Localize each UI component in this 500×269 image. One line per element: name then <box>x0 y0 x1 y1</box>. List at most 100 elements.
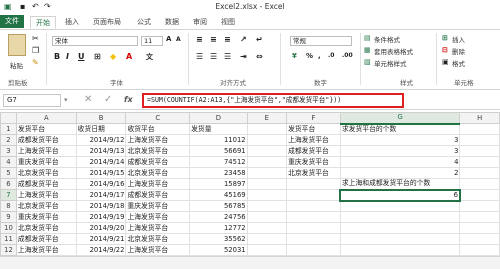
cell[interactable] <box>246 222 288 234</box>
column-header[interactable]: D <box>189 112 248 124</box>
cell[interactable]: 2014/9/15 <box>75 167 127 179</box>
cell[interactable]: 52031 <box>189 244 248 256</box>
delete-cells-icon[interactable]: ⊟ <box>442 46 448 54</box>
merge-center-icon[interactable]: ⇔ <box>256 52 263 61</box>
insert-function-icon[interactable]: fx <box>124 95 133 104</box>
conditional-format-icon[interactable]: ▤ <box>364 34 371 42</box>
indent-icon[interactable]: ⇥ <box>240 52 247 61</box>
cell[interactable] <box>246 200 288 212</box>
row-header[interactable]: 4 <box>0 156 17 168</box>
copy-icon[interactable]: ❐ <box>32 46 39 55</box>
cell[interactable]: 上海发货平台 <box>125 211 191 223</box>
cell[interactable] <box>459 211 500 223</box>
cell[interactable]: 2014/9/13 <box>75 145 127 157</box>
cell[interactable]: 发货平台 <box>286 123 341 135</box>
select-all-corner[interactable] <box>0 112 17 124</box>
cell[interactable] <box>286 178 341 190</box>
cell[interactable]: 求发货平台的个数 <box>339 123 461 135</box>
cell[interactable]: 北京发货平台 <box>125 145 191 157</box>
table-format-icon[interactable]: ▦ <box>364 46 371 54</box>
cell[interactable] <box>459 200 500 212</box>
cell[interactable]: 3 <box>339 134 461 146</box>
cell[interactable]: 上海发货平台 <box>15 244 77 256</box>
column-header[interactable]: F <box>286 112 341 124</box>
paste-button[interactable]: 粘贴 <box>10 60 23 70</box>
cell[interactable]: 上海发货平台 <box>15 189 77 201</box>
cell[interactable]: 北京发货平台 <box>286 167 341 179</box>
cell[interactable]: 2014/9/19 <box>75 211 127 223</box>
cell[interactable] <box>459 123 500 135</box>
cell[interactable]: 56785 <box>189 200 248 212</box>
cell[interactable] <box>246 145 288 157</box>
cell[interactable]: 4 <box>339 156 461 168</box>
cell[interactable]: 2014/9/12 <box>75 134 127 146</box>
orientation-icon[interactable]: ↗ <box>240 35 247 44</box>
cell[interactable]: 56691 <box>189 145 248 157</box>
cell[interactable] <box>286 189 341 201</box>
row-header[interactable]: 1 <box>0 123 17 135</box>
tab-insert[interactable]: 插入 <box>62 16 82 29</box>
cell[interactable] <box>339 233 461 245</box>
tab-data[interactable]: 数据 <box>162 16 182 29</box>
cell[interactable]: 上海发货平台 <box>125 222 191 234</box>
italic-icon[interactable]: I <box>66 52 69 61</box>
decrease-decimal-icon[interactable]: .00 <box>342 52 353 59</box>
cell[interactable] <box>286 233 341 245</box>
row-header[interactable]: 11 <box>0 233 17 245</box>
fill-color-icon[interactable]: ◆ <box>110 52 116 61</box>
cell[interactable]: 求上海和成都发货平台的个数 <box>339 178 461 190</box>
cell[interactable] <box>459 189 500 201</box>
cell-style-icon[interactable]: ▧ <box>364 58 371 66</box>
enter-icon[interactable]: ✓ <box>104 94 112 105</box>
table-format-button[interactable]: 套用表格格式 <box>374 46 413 56</box>
cell[interactable] <box>459 222 500 234</box>
cell[interactable]: 23458 <box>189 167 248 179</box>
cell[interactable]: 成都发货平台 <box>286 145 341 157</box>
delete-cells-button[interactable]: 删除 <box>452 46 465 56</box>
cell[interactable]: 3 <box>339 145 461 157</box>
cell[interactable] <box>246 244 288 256</box>
tab-review[interactable]: 审阅 <box>190 16 210 29</box>
decrease-font-icon[interactable]: A <box>176 36 181 43</box>
cell[interactable]: 重庆发货平台 <box>15 211 77 223</box>
align-left-icon[interactable]: ☰ <box>196 52 203 61</box>
increase-decimal-icon[interactable]: .0 <box>328 52 334 59</box>
cell[interactable]: 北京发货平台 <box>125 233 191 245</box>
format-painter-icon[interactable]: ✎ <box>32 58 39 67</box>
format-cells-icon[interactable]: ▣ <box>442 58 449 66</box>
cell[interactable] <box>246 167 288 179</box>
cell[interactable] <box>286 222 341 234</box>
cell[interactable] <box>459 244 500 256</box>
align-right-icon[interactable]: ☰ <box>224 52 231 61</box>
row-header[interactable]: 8 <box>0 200 17 212</box>
cell-style-button[interactable]: 单元格样式 <box>374 58 407 68</box>
row-header[interactable]: 7 <box>0 189 17 201</box>
insert-cells-icon[interactable]: ⊞ <box>442 34 448 42</box>
cell[interactable]: 2014/9/20 <box>75 222 127 234</box>
cell[interactable]: 2014/9/17 <box>75 189 127 201</box>
row-header[interactable]: 10 <box>0 222 17 234</box>
row-header[interactable]: 6 <box>0 178 17 190</box>
tab-page-layout[interactable]: 页面布局 <box>88 16 126 29</box>
cell[interactable] <box>246 233 288 245</box>
cell[interactable]: 74512 <box>189 156 248 168</box>
row-header[interactable]: 2 <box>0 134 17 146</box>
cell[interactable] <box>459 167 500 179</box>
row-header[interactable]: 9 <box>0 211 17 223</box>
number-format-select[interactable]: 常规 <box>290 36 352 46</box>
cell[interactable]: 发货平台 <box>15 123 77 135</box>
cell[interactable] <box>459 156 500 168</box>
underline-icon[interactable]: U <box>78 52 85 61</box>
cell[interactable]: 上海发货平台 <box>286 134 341 146</box>
cell[interactable]: 12772 <box>189 222 248 234</box>
cell[interactable]: 2014/9/14 <box>75 156 127 168</box>
cell[interactable]: 2 <box>339 167 461 179</box>
cell[interactable]: 11012 <box>189 134 248 146</box>
cell[interactable]: 发货量 <box>189 123 248 135</box>
row-header[interactable]: 5 <box>0 167 17 179</box>
increase-font-icon[interactable]: A <box>166 35 171 43</box>
font-name-select[interactable]: 宋体 <box>52 36 138 46</box>
cell[interactable]: 成都发货平台 <box>15 233 77 245</box>
cell[interactable]: 北京发货平台 <box>15 222 77 234</box>
currency-icon[interactable]: ¥ <box>292 52 297 60</box>
